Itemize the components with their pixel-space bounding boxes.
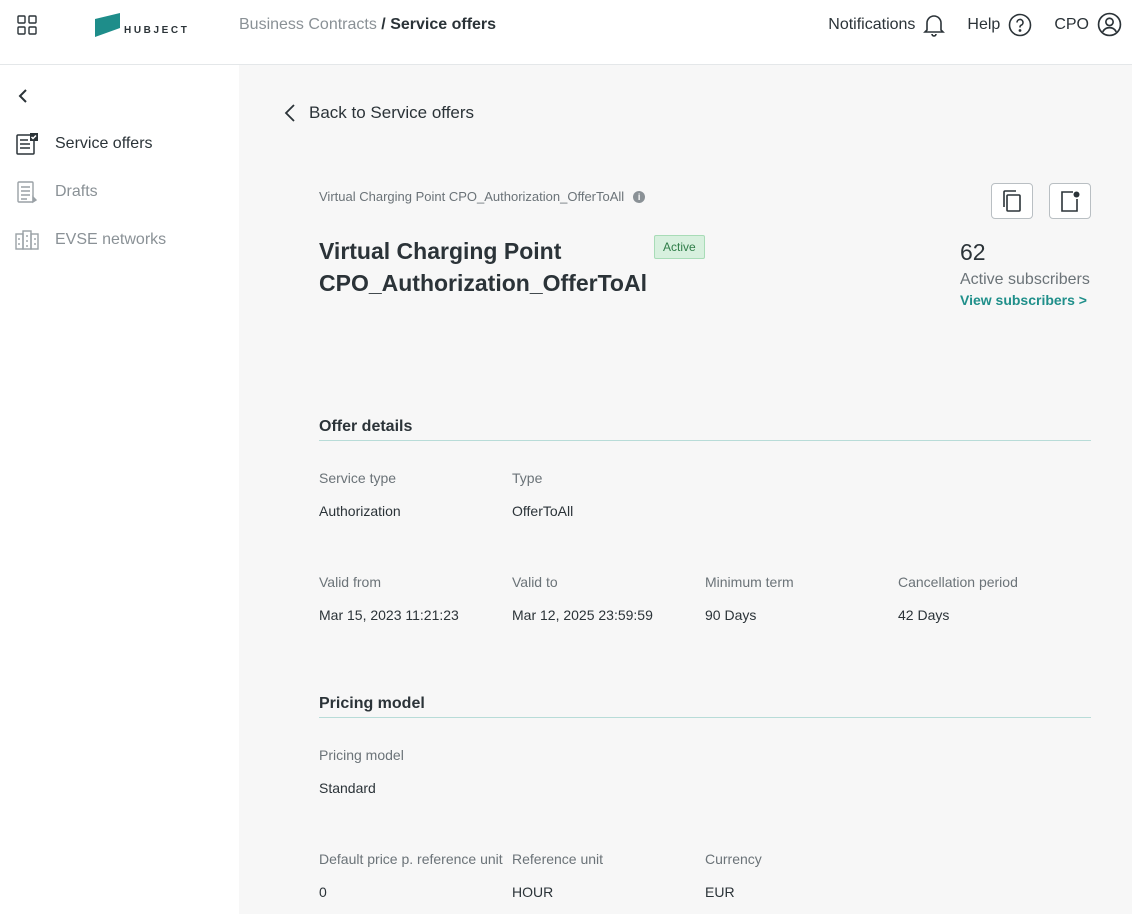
help-circle-icon [1009, 13, 1032, 36]
pricing-model-heading: Pricing model [319, 695, 425, 712]
service-offers-icon [16, 133, 38, 155]
field-label: Pricing model [319, 747, 404, 763]
field-value: Mar 15, 2023 11:21:23 [319, 607, 459, 623]
user-label: CPO [1054, 15, 1089, 33]
field-value: 90 Days [705, 607, 757, 623]
field-value: 42 Days [898, 607, 950, 623]
sidebar-item-label: EVSE networks [55, 231, 167, 248]
view-subscribers-link[interactable]: View subscribers > [960, 292, 1087, 308]
field-minimum-term: Minimum term 90 Days [705, 574, 895, 623]
field-value: 0 [319, 884, 327, 900]
page-title: Virtual Charging Point CPO_Authorization… [319, 238, 647, 296]
drafts-icon [17, 181, 38, 204]
notifications-button[interactable]: Notifications [828, 13, 946, 37]
field-service-type: Service type Authorization [319, 470, 509, 519]
field-reference-unit: Reference unit HOUR [512, 851, 702, 900]
main-content: Back to Service offers Virtual Charging … [239, 65, 1132, 914]
logo-text: HUBJECT [124, 25, 190, 36]
sidebar-item-label: Service offers [55, 135, 153, 152]
user-avatar-icon [1097, 12, 1122, 37]
breadcrumb-separator: / [381, 16, 386, 33]
status-badge: Active [654, 235, 705, 259]
sidebar-item-drafts[interactable]: Drafts [15, 180, 98, 204]
field-value: HOUR [512, 884, 554, 900]
field-currency: Currency EUR [705, 851, 895, 900]
field-label: Reference unit [512, 851, 604, 867]
help-label: Help [967, 15, 1001, 33]
field-value: Mar 12, 2025 23:59:59 [512, 607, 653, 623]
hubject-logo[interactable]: HUBJECT [95, 13, 189, 37]
edit-document-icon [1061, 191, 1080, 212]
apps-grid-icon[interactable] [17, 15, 38, 36]
copy-offer-button[interactable] [991, 183, 1033, 219]
hubject-logo-mark-icon [95, 13, 120, 37]
offer-details-divider [319, 440, 1091, 441]
offer-details-heading: Offer details [319, 418, 413, 435]
collapse-sidebar-chevron-icon[interactable] [15, 87, 31, 105]
field-label: Type [512, 470, 543, 486]
notifications-label: Notifications [828, 15, 916, 33]
user-menu-button[interactable]: CPO [1054, 12, 1122, 37]
offer-subtitle: Virtual Charging Point CPO_Authorization… [319, 189, 646, 204]
sidebar: Service offers Drafts EVSE networks [0, 65, 239, 914]
help-button[interactable]: Help [967, 13, 1032, 37]
field-label: Valid to [512, 574, 558, 590]
breadcrumb: Business Contracts / Service offers [239, 15, 496, 35]
chevron-left-icon [284, 104, 295, 122]
field-cancellation-period: Cancellation period 42 Days [898, 574, 1088, 623]
field-value: OfferToAll [512, 503, 574, 519]
field-value: EUR [705, 884, 735, 900]
field-label: Default price p. reference unit [319, 851, 503, 867]
field-type: Type OfferToAll [512, 470, 702, 519]
field-label: Valid from [319, 574, 381, 590]
back-label: Back to Service offers [309, 103, 475, 122]
back-to-service-offers-link[interactable]: Back to Service offers [283, 103, 474, 123]
top-nav: Notifications Help CPO [806, 12, 1122, 37]
breadcrumb-current: Service offers [390, 16, 497, 33]
field-label: Cancellation period [898, 574, 1018, 590]
copy-icon [1003, 190, 1021, 212]
field-pricing-model: Pricing model Standard [319, 747, 509, 796]
sidebar-item-evse-networks[interactable]: EVSE networks [15, 228, 166, 252]
sidebar-item-label: Drafts [55, 183, 98, 200]
field-valid-from: Valid from Mar 15, 2023 11:21:23 [319, 574, 509, 623]
breadcrumb-parent[interactable]: Business Contracts [239, 16, 377, 33]
edit-offer-button[interactable] [1049, 183, 1091, 219]
field-valid-to: Valid to Mar 12, 2025 23:59:59 [512, 574, 702, 623]
active-subscribers-label: Active subscribers [960, 271, 1090, 288]
field-label: Currency [705, 851, 762, 867]
pricing-model-divider [319, 717, 1091, 718]
field-value: Standard [319, 780, 376, 796]
evse-networks-icon [15, 230, 39, 250]
top-header: HUBJECT Business Contracts / Service off… [0, 0, 1132, 65]
sidebar-item-service-offers[interactable]: Service offers [15, 132, 153, 156]
field-label: Minimum term [705, 574, 794, 590]
field-value: Authorization [319, 503, 401, 519]
active-subscribers-count: 62 [960, 239, 986, 265]
info-icon[interactable]: i [633, 190, 646, 203]
field-label: Service type [319, 470, 397, 486]
field-default-price: Default price p. reference unit 0 [319, 851, 509, 900]
offer-subtitle-text: Virtual Charging Point CPO_Authorization… [319, 189, 625, 204]
bell-icon [923, 14, 946, 37]
